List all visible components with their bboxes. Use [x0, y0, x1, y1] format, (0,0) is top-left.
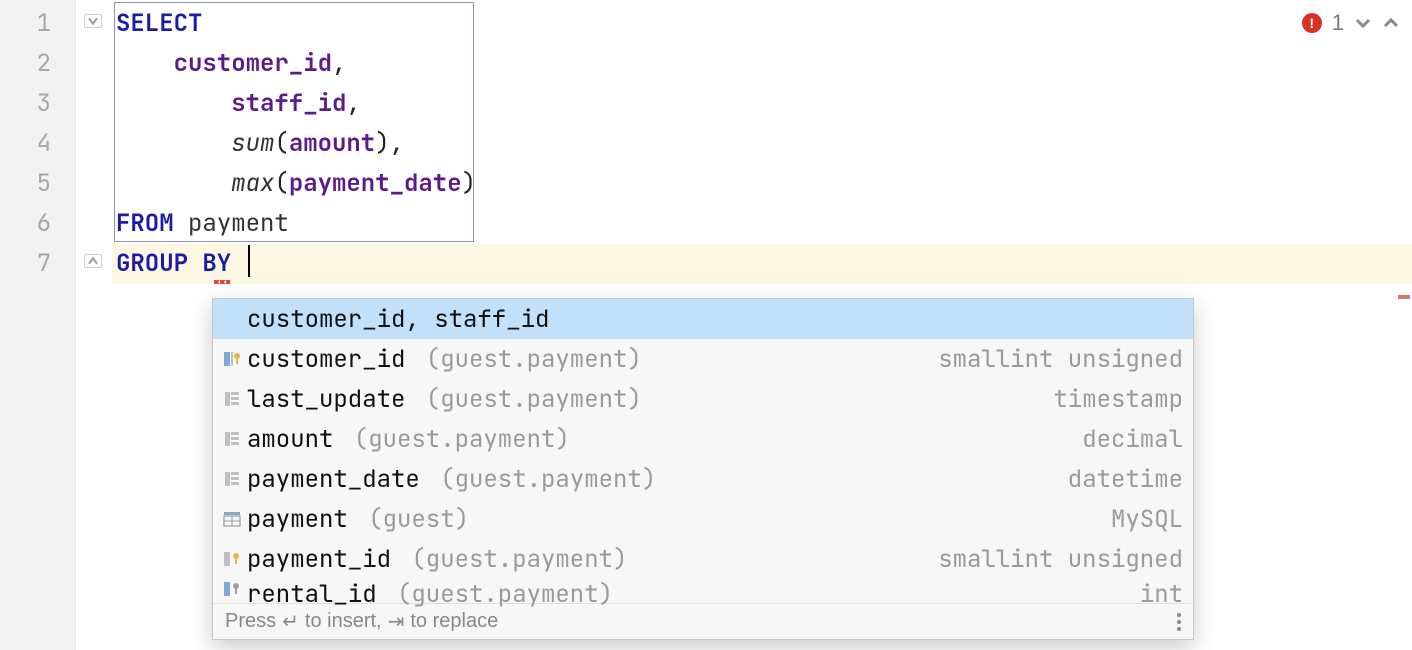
fold-gutter [76, 0, 112, 650]
error-icon: ! [1302, 13, 1322, 33]
line-number: 3 [0, 84, 75, 124]
completion-label: customer_id, staff_id [247, 304, 549, 335]
inspection-widget[interactable]: ! 1 [1302, 10, 1400, 36]
completion-context: (guest.payment) [339, 424, 569, 455]
table-icon [217, 509, 247, 529]
fold-toggle-icon[interactable] [84, 254, 102, 268]
completion-label: rental_id [247, 579, 377, 610]
completion-label: payment_id [247, 544, 391, 575]
error-count: 1 [1332, 10, 1344, 36]
column-key-icon [217, 579, 247, 599]
line-number: 6 [0, 204, 75, 244]
completion-type: MySQL [1111, 504, 1183, 535]
code-line[interactable]: max(payment_date) [112, 164, 1412, 204]
function: sum [231, 128, 274, 159]
completion-item[interactable]: rental_id (guest.payment) int [213, 579, 1193, 603]
chevron-up-icon[interactable] [1382, 14, 1400, 32]
completion-label: last_update [247, 384, 405, 415]
error-stripe-marker[interactable] [1398, 295, 1410, 299]
identifier: amount [289, 128, 375, 159]
identifier: staff_id [231, 88, 346, 119]
completion-item[interactable]: payment (guest) MySQL [213, 499, 1193, 539]
completion-item[interactable]: payment_date (guest.payment) datetime [213, 459, 1193, 499]
completion-popup[interactable]: customer_id, staff_id customer_id (guest… [212, 298, 1194, 640]
line-gutter: 1 2 3 4 5 6 7 [0, 0, 76, 650]
code-line[interactable]: FROM payment [112, 204, 1412, 244]
completion-context: (guest.payment) [411, 344, 641, 375]
function: max [231, 168, 274, 199]
completion-item[interactable]: customer_id, staff_id [213, 299, 1193, 339]
tab-key-icon: ⇥ [388, 609, 405, 634]
identifier: payment_date [289, 168, 462, 199]
code-line-active[interactable]: GROUP BY [112, 244, 1412, 284]
completion-item[interactable]: last_update (guest.payment) timestamp [213, 379, 1193, 419]
code-line[interactable]: staff_id, [112, 84, 1412, 124]
line-number: 4 [0, 124, 75, 164]
column-icon [217, 389, 247, 409]
line-number: 2 [0, 44, 75, 84]
column-key-icon [217, 349, 247, 369]
line-number: 1 [0, 4, 75, 44]
completion-label: payment_date [247, 464, 420, 495]
completion-item[interactable]: payment_id (guest.payment) smallint unsi… [213, 539, 1193, 579]
column-key-icon [217, 549, 247, 569]
completion-label: amount [247, 424, 333, 455]
text-caret [248, 245, 250, 277]
completion-type: smallint unsigned [938, 544, 1183, 575]
completion-item[interactable]: customer_id (guest.payment) smallint uns… [213, 339, 1193, 379]
line-number: 7 [0, 244, 75, 284]
code-line[interactable]: sum(amount), [112, 124, 1412, 164]
more-options-icon[interactable] [1177, 613, 1181, 631]
completion-label: payment [247, 504, 348, 535]
completion-type: decimal [1082, 424, 1183, 455]
completion-item[interactable]: amount (guest.payment) decimal [213, 419, 1193, 459]
completion-context: (guest.payment) [397, 544, 627, 575]
code-line[interactable]: SELECT [112, 4, 1412, 44]
completion-context: (guest.payment) [426, 464, 656, 495]
keyword: GROUP BY [116, 248, 231, 279]
completion-type: timestamp [1053, 384, 1183, 415]
line-number: 5 [0, 164, 75, 204]
chevron-down-icon[interactable] [1354, 14, 1372, 32]
code-line[interactable]: customer_id, [112, 44, 1412, 84]
completion-label: customer_id [247, 344, 405, 375]
column-icon [217, 429, 247, 449]
completion-context: (guest.payment) [411, 384, 641, 415]
fold-toggle-icon[interactable] [84, 14, 102, 28]
completion-type: smallint unsigned [938, 344, 1183, 375]
column-icon [217, 469, 247, 489]
keyword: FROM [116, 208, 174, 239]
keyword: SELECT [116, 8, 202, 39]
completion-type: datetime [1068, 464, 1183, 495]
error-squiggle [214, 280, 230, 284]
completion-context: (guest) [354, 504, 469, 535]
completion-type: int [1140, 579, 1183, 610]
completion-context: (guest.payment) [383, 579, 613, 610]
enter-key-icon: ↵ [282, 609, 299, 634]
table-ref: payment [188, 208, 289, 239]
identifier: customer_id [174, 48, 332, 79]
sql-editor[interactable]: 1 2 3 4 5 6 7 SELECT customer_id, staff_… [0, 0, 1412, 650]
